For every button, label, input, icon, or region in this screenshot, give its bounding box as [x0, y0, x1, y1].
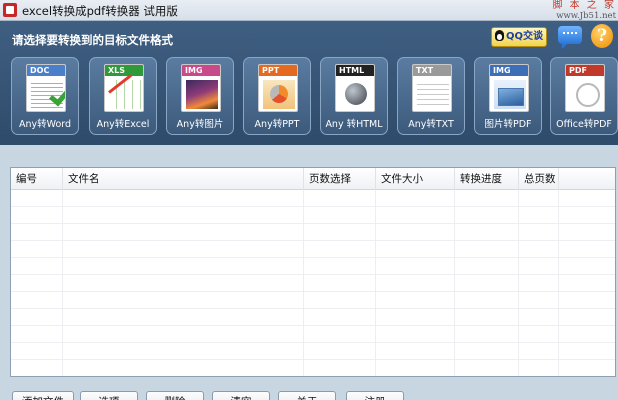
file-list[interactable]: 编号 文件名 页数选择 文件大小 转换进度 总页数 [10, 167, 616, 377]
window-title: excel转换成pdf转换器 试用版 [22, 4, 178, 18]
tile-badge: IMG [182, 65, 220, 76]
col-filename[interactable]: 文件名 [63, 168, 304, 190]
format-instruction: 请选择要转换到的目标文件格式 [12, 33, 173, 47]
tile-label: Office转PDF [556, 119, 612, 130]
delete-button[interactable]: 删除 [146, 391, 204, 400]
qq-chat-button[interactable]: QQ交谈 [491, 27, 547, 47]
tile-label: Any转TXT [408, 119, 454, 130]
format-tile-office-to-pdf[interactable]: PDF Office转PDF [550, 57, 618, 135]
img-icon: IMG [181, 64, 221, 112]
doc-icon: DOC [26, 64, 66, 112]
col-file-size[interactable]: 文件大小 [376, 168, 455, 190]
format-tile-txt[interactable]: TXT Any转TXT [397, 57, 465, 135]
pdf-icon: PDF [565, 64, 605, 112]
tile-label: 图片转PDF [484, 119, 532, 130]
tile-label: Any转Excel [96, 119, 150, 130]
format-tile-excel[interactable]: XLS Any转Excel [89, 57, 157, 135]
ppt-icon: PPT [258, 64, 298, 112]
add-file-button[interactable]: 添加文件 [12, 391, 74, 400]
tile-label: Any转图片 [176, 119, 224, 130]
options-button[interactable]: 选项 [80, 391, 138, 400]
register-button[interactable]: 注册 [346, 391, 404, 400]
qq-penguin-icon [494, 30, 504, 41]
format-tile-html[interactable]: HTML Any 转HTML [320, 57, 388, 135]
help-icon[interactable]: ? [591, 24, 613, 48]
chat-bubble-icon[interactable] [558, 26, 582, 49]
tile-label: Any 转HTML [325, 119, 383, 130]
html-icon: HTML [335, 64, 375, 112]
col-progress[interactable]: 转换进度 [455, 168, 519, 190]
app-icon [3, 3, 17, 17]
tile-badge: XLS [105, 65, 143, 76]
tile-badge: DOC [27, 65, 65, 76]
format-tile-image[interactable]: IMG Any转图片 [166, 57, 234, 135]
txt-icon: TXT [412, 64, 452, 112]
format-tile-ppt[interactable]: PPT Any转PPT [243, 57, 311, 135]
tile-badge: IMG [490, 65, 528, 76]
col-total-pages[interactable]: 总页数 [519, 168, 559, 190]
about-button[interactable]: 关于 [278, 391, 336, 400]
tile-label: Any转Word [18, 119, 72, 130]
tile-badge: TXT [413, 65, 451, 76]
file-list-header: 编号 文件名 页数选择 文件大小 转换进度 总页数 [11, 168, 615, 190]
format-tile-word[interactable]: DOC Any转Word [11, 57, 79, 135]
format-panel: 请选择要转换到的目标文件格式 QQ交谈 ? DOC Any转Word XLS A… [0, 21, 618, 145]
tile-badge: PDF [566, 65, 604, 76]
tile-badge: HTML [336, 65, 374, 76]
file-list-area: 编号 文件名 页数选择 文件大小 转换进度 总页数 [0, 145, 618, 400]
tile-badge: PPT [259, 65, 297, 76]
format-tiles: DOC Any转Word XLS Any转Excel IMG Any转图片 PP… [0, 57, 618, 137]
qq-chat-label: QQ交谈 [505, 31, 543, 42]
watermark-line1: 脚 本 之 家 [552, 0, 616, 11]
img-pdf-icon: IMG [489, 64, 529, 112]
col-page-select[interactable]: 页数选择 [304, 168, 376, 190]
format-tile-image-to-pdf[interactable]: IMG 图片转PDF [474, 57, 542, 135]
clear-button[interactable]: 清空 [212, 391, 270, 400]
col-index[interactable]: 编号 [11, 168, 63, 190]
watermark-line2: www.Jb51.net [556, 11, 616, 21]
title-bar: excel转换成pdf转换器 试用版 脚 本 之 家 www.Jb51.net [0, 0, 618, 21]
tile-label: Any转PPT [254, 119, 300, 130]
file-list-rows [11, 190, 615, 376]
xls-icon: XLS [104, 64, 144, 112]
watermark: 脚 本 之 家 www.Jb51.net [552, 0, 616, 22]
